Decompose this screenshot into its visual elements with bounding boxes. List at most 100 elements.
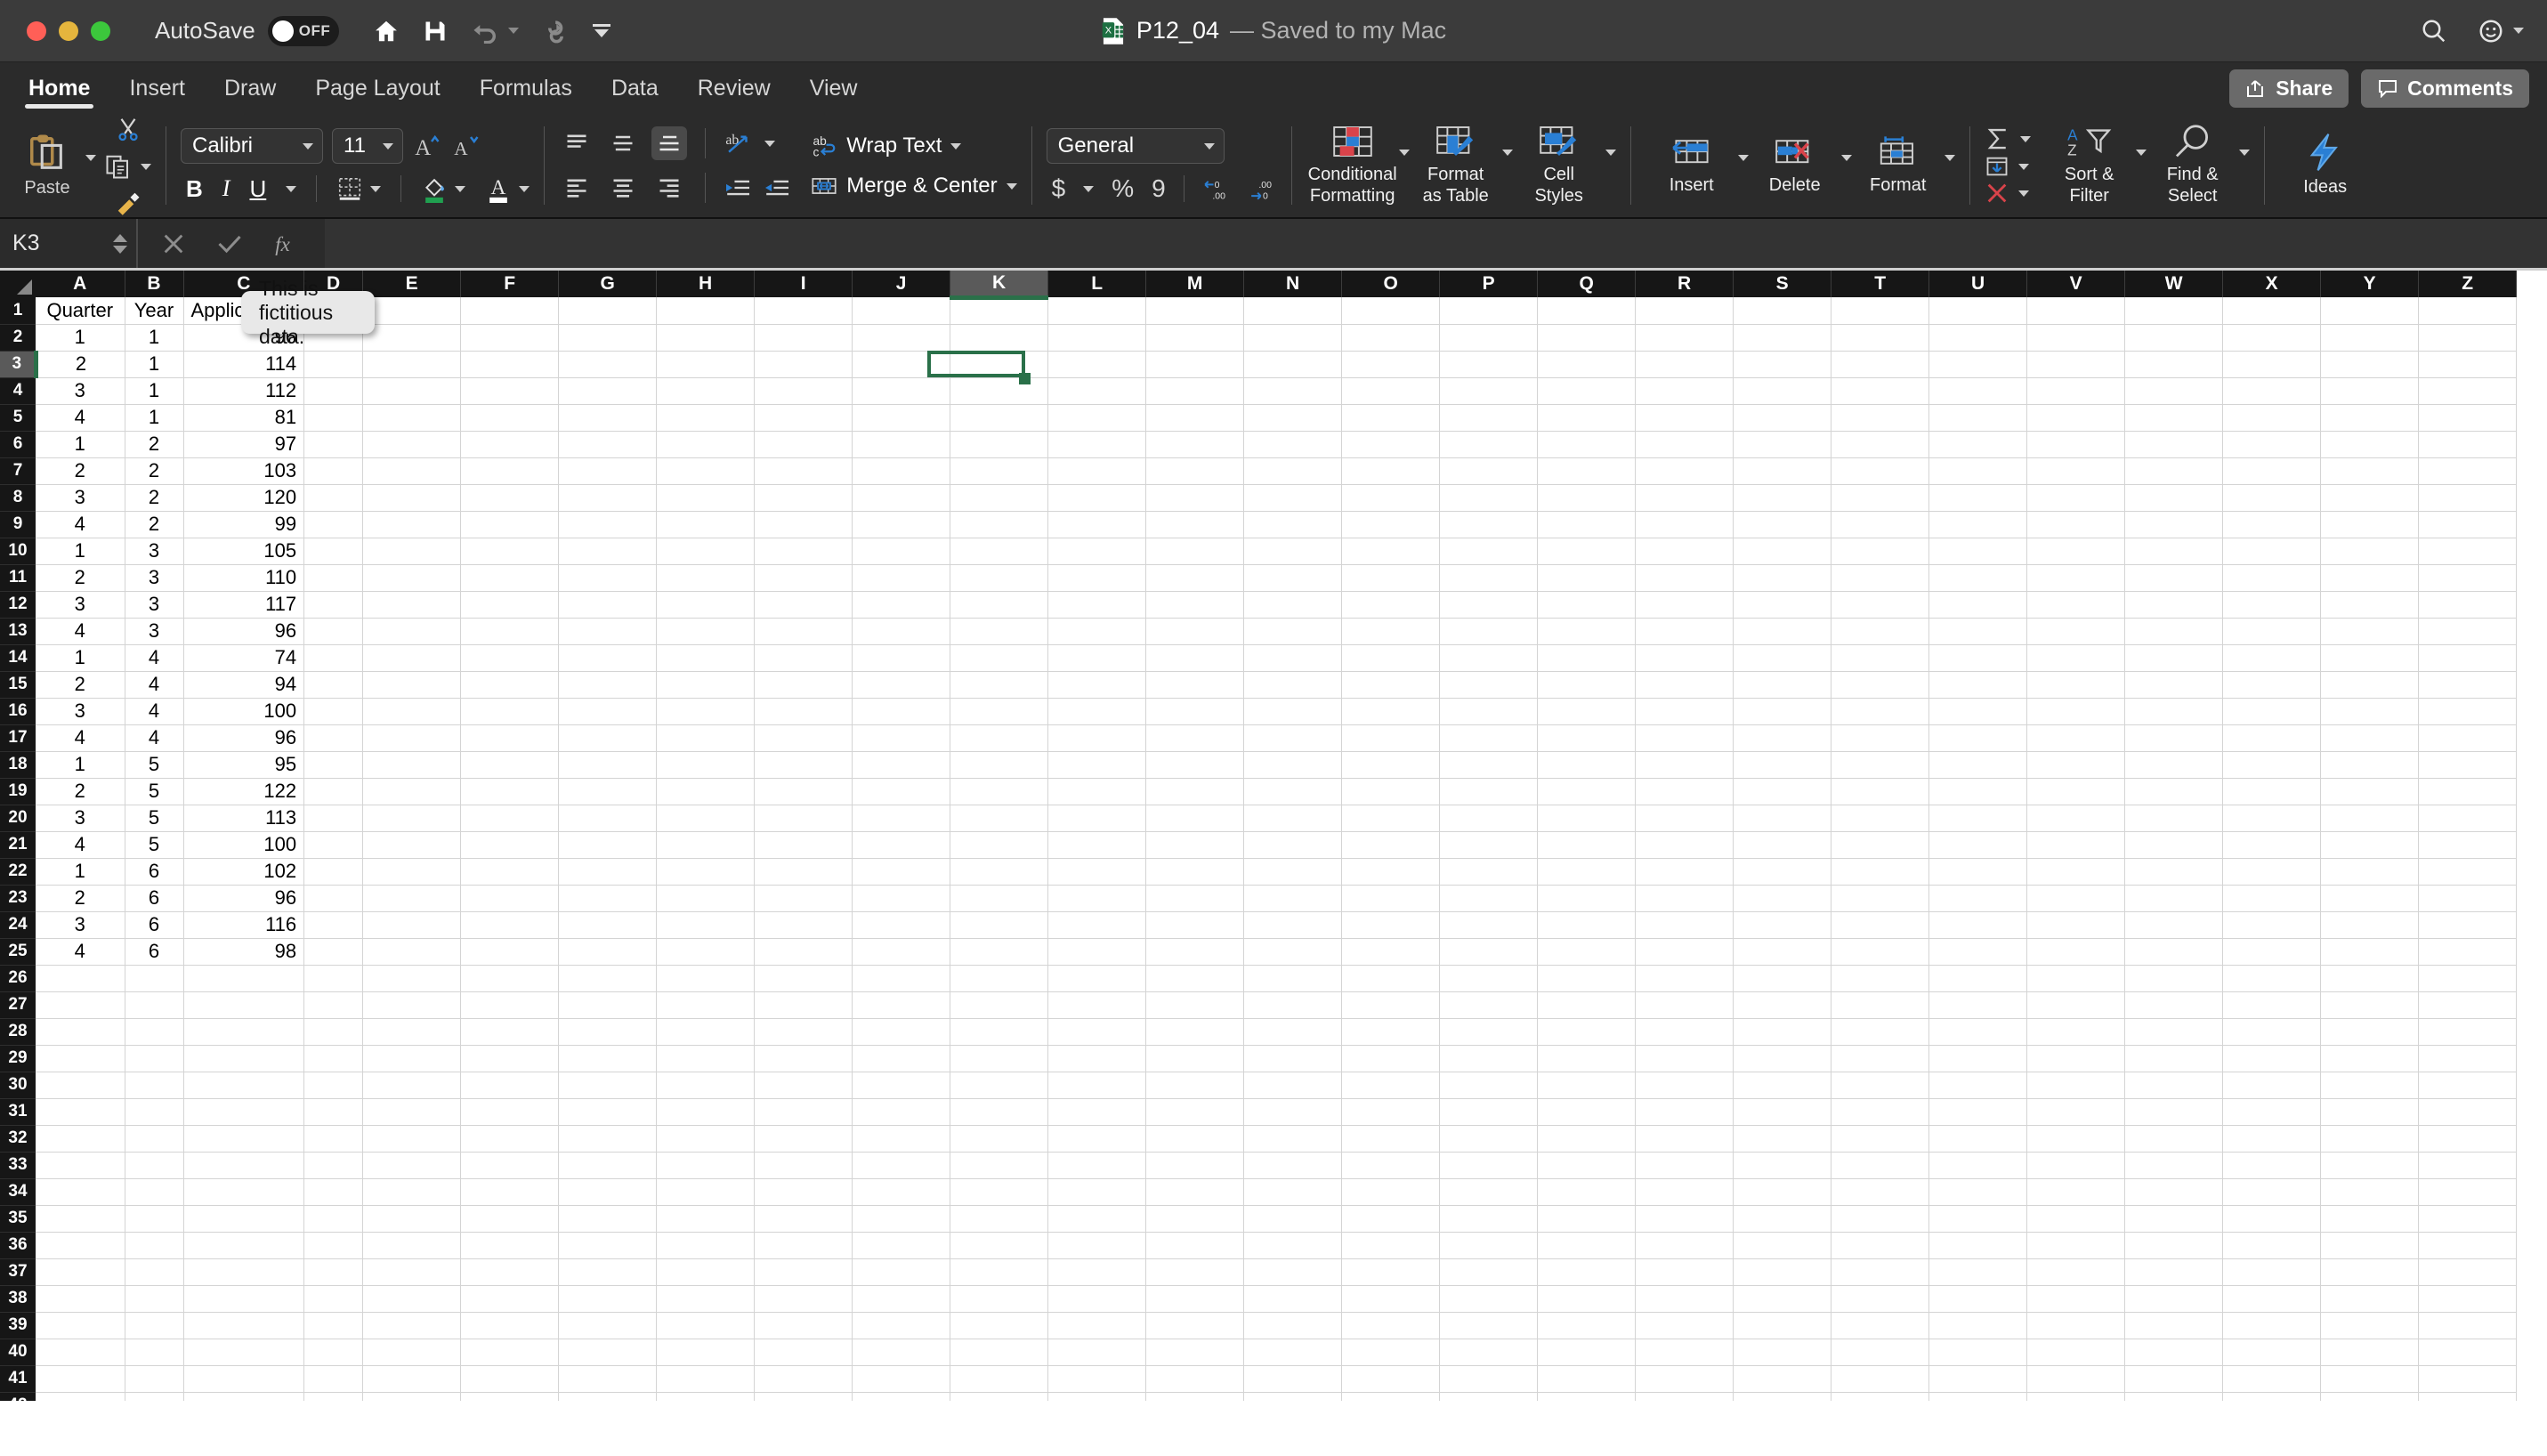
cell-Z3[interactable] bbox=[2418, 351, 2518, 378]
cell-V9[interactable] bbox=[2026, 511, 2126, 538]
cell-P31[interactable] bbox=[1439, 1098, 1539, 1126]
cell-D22[interactable] bbox=[303, 858, 364, 886]
cell-J15[interactable] bbox=[852, 671, 951, 699]
cell-Z4[interactable] bbox=[2418, 377, 2518, 405]
cell-G13[interactable] bbox=[558, 618, 658, 645]
cell-M41[interactable] bbox=[1145, 1365, 1245, 1393]
cell-Z19[interactable] bbox=[2418, 778, 2518, 805]
cell-D6[interactable] bbox=[303, 431, 364, 458]
text-orientation-icon[interactable]: ab bbox=[724, 130, 754, 157]
cell-F12[interactable] bbox=[460, 591, 560, 619]
cell-L7[interactable] bbox=[1047, 457, 1147, 485]
row-header-10[interactable]: 10 bbox=[0, 538, 36, 565]
autosum-dropdown-icon[interactable] bbox=[2019, 135, 2031, 142]
cell-B35[interactable] bbox=[125, 1205, 184, 1233]
cell-Z41[interactable] bbox=[2418, 1365, 2518, 1393]
cell-L29[interactable] bbox=[1047, 1045, 1147, 1072]
cell-H2[interactable] bbox=[656, 324, 756, 352]
tab-home[interactable]: Home bbox=[9, 62, 109, 114]
cell-K40[interactable] bbox=[950, 1339, 1049, 1366]
cell-X1[interactable] bbox=[2222, 297, 2322, 325]
cell-U29[interactable] bbox=[1928, 1045, 2028, 1072]
cell-R20[interactable] bbox=[1635, 805, 1734, 832]
cell-F17[interactable] bbox=[460, 724, 560, 752]
cell-E34[interactable] bbox=[362, 1178, 462, 1206]
cell-I26[interactable] bbox=[754, 965, 853, 992]
cell-B34[interactable] bbox=[125, 1178, 184, 1206]
cell-X11[interactable] bbox=[2222, 564, 2322, 592]
conditional-formatting-button[interactable]: Conditional Formatting bbox=[1306, 124, 1399, 206]
cell-E36[interactable] bbox=[362, 1232, 462, 1259]
column-header-v[interactable]: V bbox=[2026, 271, 2126, 297]
cell-O41[interactable] bbox=[1341, 1365, 1441, 1393]
cell-B40[interactable] bbox=[125, 1339, 184, 1366]
cell-E4[interactable] bbox=[362, 377, 462, 405]
cell-T9[interactable] bbox=[1831, 511, 1930, 538]
cell-C9[interactable]: 99 bbox=[183, 511, 305, 538]
cell-H5[interactable] bbox=[656, 404, 756, 432]
cell-U3[interactable] bbox=[1928, 351, 2028, 378]
cell-S1[interactable] bbox=[1733, 297, 1832, 325]
cell-M2[interactable] bbox=[1145, 324, 1245, 352]
cell-H23[interactable] bbox=[656, 885, 756, 912]
cell-A22[interactable]: 1 bbox=[36, 858, 125, 886]
cell-L35[interactable] bbox=[1047, 1205, 1147, 1233]
cell-S31[interactable] bbox=[1733, 1098, 1832, 1126]
cell-P12[interactable] bbox=[1439, 591, 1539, 619]
cell-O29[interactable] bbox=[1341, 1045, 1441, 1072]
autosave-toggle[interactable]: OFF bbox=[267, 15, 339, 46]
cell-Y21[interactable] bbox=[2320, 831, 2420, 859]
cell-Z6[interactable] bbox=[2418, 431, 2518, 458]
cell-S19[interactable] bbox=[1733, 778, 1832, 805]
cell-Q28[interactable] bbox=[1537, 1018, 1637, 1046]
cell-H38[interactable] bbox=[656, 1285, 756, 1313]
row-header-41[interactable]: 41 bbox=[0, 1365, 36, 1393]
cell-X6[interactable] bbox=[2222, 431, 2322, 458]
cell-J31[interactable] bbox=[852, 1098, 951, 1126]
cell-V20[interactable] bbox=[2026, 805, 2126, 832]
cell-P39[interactable] bbox=[1439, 1312, 1539, 1339]
cell-I24[interactable] bbox=[754, 911, 853, 939]
cell-M22[interactable] bbox=[1145, 858, 1245, 886]
cell-X33[interactable] bbox=[2222, 1152, 2322, 1179]
cell-Z37[interactable] bbox=[2418, 1258, 2518, 1286]
cell-Q14[interactable] bbox=[1537, 644, 1637, 672]
cell-Y10[interactable] bbox=[2320, 538, 2420, 565]
cell-H27[interactable] bbox=[656, 991, 756, 1019]
cell-T6[interactable] bbox=[1831, 431, 1930, 458]
cell-E29[interactable] bbox=[362, 1045, 462, 1072]
cell-B41[interactable] bbox=[125, 1365, 184, 1393]
cell-Q30[interactable] bbox=[1537, 1072, 1637, 1099]
cell-R1[interactable] bbox=[1635, 297, 1734, 325]
cell-L31[interactable] bbox=[1047, 1098, 1147, 1126]
cell-B1[interactable]: Year bbox=[125, 297, 184, 325]
cell-G32[interactable] bbox=[558, 1125, 658, 1153]
cell-L12[interactable] bbox=[1047, 591, 1147, 619]
cell-U5[interactable] bbox=[1928, 404, 2028, 432]
cell-K31[interactable] bbox=[950, 1098, 1049, 1126]
cell-D26[interactable] bbox=[303, 965, 364, 992]
cell-Y35[interactable] bbox=[2320, 1205, 2420, 1233]
conditional-formatting-dropdown-icon[interactable] bbox=[1398, 149, 1410, 156]
cell-F30[interactable] bbox=[460, 1072, 560, 1099]
cell-M40[interactable] bbox=[1145, 1339, 1245, 1366]
cell-Q1[interactable] bbox=[1537, 297, 1637, 325]
cell-M6[interactable] bbox=[1145, 431, 1245, 458]
cell-B14[interactable]: 4 bbox=[125, 644, 184, 672]
cell-B30[interactable] bbox=[125, 1072, 184, 1099]
cell-C36[interactable] bbox=[183, 1232, 305, 1259]
cell-A18[interactable]: 1 bbox=[36, 751, 125, 779]
cell-X9[interactable] bbox=[2222, 511, 2322, 538]
cell-I35[interactable] bbox=[754, 1205, 853, 1233]
cell-V12[interactable] bbox=[2026, 591, 2126, 619]
align-left-icon[interactable] bbox=[559, 171, 594, 205]
cell-N8[interactable] bbox=[1243, 484, 1343, 512]
cell-A13[interactable]: 4 bbox=[36, 618, 125, 645]
cell-A6[interactable]: 1 bbox=[36, 431, 125, 458]
cell-V33[interactable] bbox=[2026, 1152, 2126, 1179]
cell-P8[interactable] bbox=[1439, 484, 1539, 512]
cell-J21[interactable] bbox=[852, 831, 951, 859]
cell-M23[interactable] bbox=[1145, 885, 1245, 912]
cell-F1[interactable] bbox=[460, 297, 560, 325]
cell-S13[interactable] bbox=[1733, 618, 1832, 645]
